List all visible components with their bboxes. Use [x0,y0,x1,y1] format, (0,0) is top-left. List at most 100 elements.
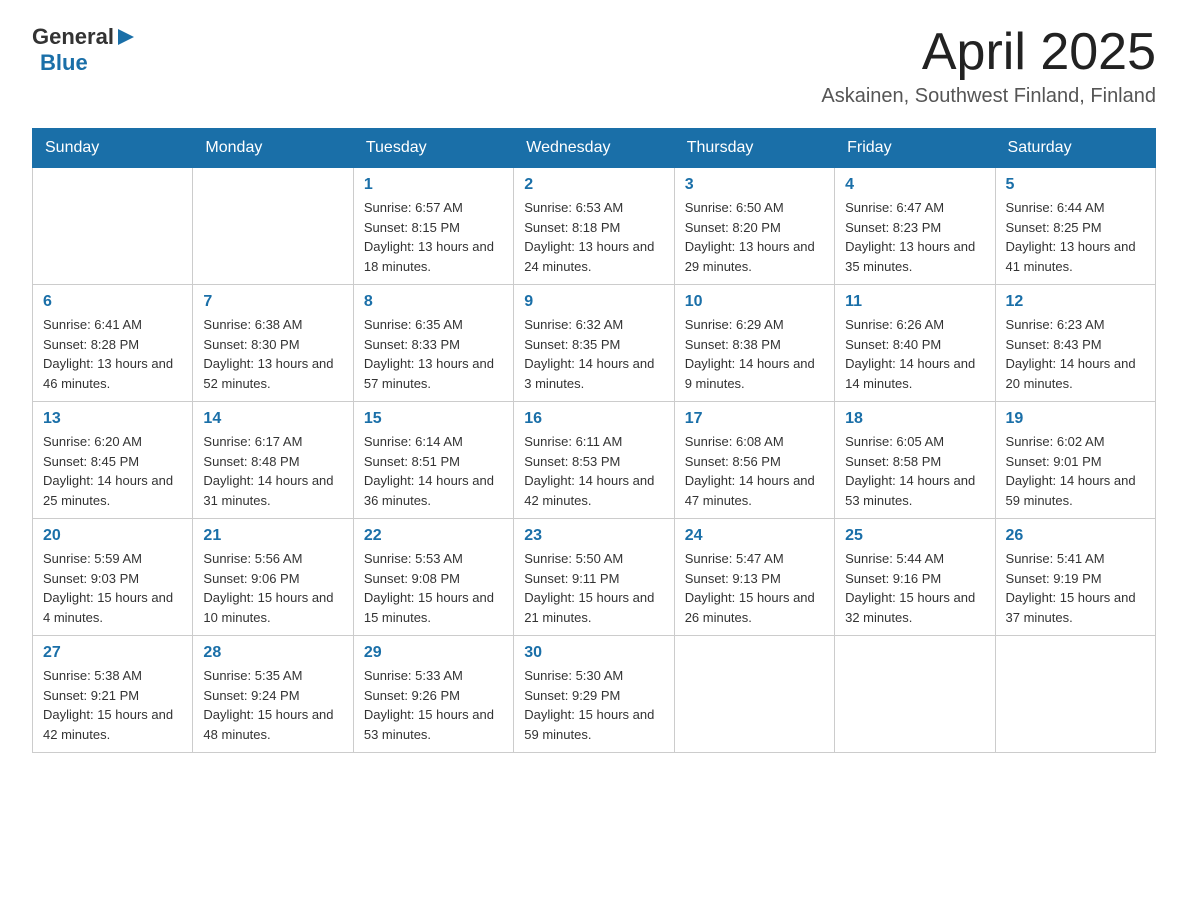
calendar-cell: 13 Sunrise: 6:20 AMSunset: 8:45 PMDayligh… [33,402,193,519]
calendar-week-2: 6 Sunrise: 6:41 AMSunset: 8:28 PMDaylight… [33,285,1156,402]
calendar-cell: 23 Sunrise: 5:50 AMSunset: 9:11 PMDayligh… [514,519,674,636]
calendar-week-5: 27 Sunrise: 5:38 AMSunset: 9:21 PMDayligh… [33,636,1156,753]
calendar-cell: 7 Sunrise: 6:38 AMSunset: 8:30 PMDaylight… [193,285,353,402]
calendar-cell: 5 Sunrise: 6:44 AMSunset: 8:25 PMDaylight… [995,168,1155,285]
day-info: Sunrise: 5:35 AMSunset: 9:24 PMDaylight:… [203,666,342,744]
day-number: 17 [685,410,824,428]
weekday-header-wednesday: Wednesday [514,129,674,168]
logo-general-text: General [32,24,114,50]
day-info: Sunrise: 5:30 AMSunset: 9:29 PMDaylight:… [524,666,663,744]
day-info: Sunrise: 5:47 AMSunset: 9:13 PMDaylight:… [685,549,824,627]
calendar-cell: 6 Sunrise: 6:41 AMSunset: 8:28 PMDaylight… [33,285,193,402]
calendar-cell: 3 Sunrise: 6:50 AMSunset: 8:20 PMDaylight… [674,168,834,285]
day-number: 13 [43,410,182,428]
calendar-title: April 2025 [821,24,1156,81]
day-number: 26 [1006,527,1145,545]
day-info: Sunrise: 6:11 AMSunset: 8:53 PMDaylight:… [524,432,663,510]
calendar-table: SundayMondayTuesdayWednesdayThursdayFrid… [32,128,1156,753]
calendar-week-4: 20 Sunrise: 5:59 AMSunset: 9:03 PMDayligh… [33,519,1156,636]
weekday-header-monday: Monday [193,129,353,168]
weekday-header-sunday: Sunday [33,129,193,168]
day-info: Sunrise: 6:26 AMSunset: 8:40 PMDaylight:… [845,315,984,393]
calendar-cell: 17 Sunrise: 6:08 AMSunset: 8:56 PMDayligh… [674,402,834,519]
calendar-cell: 1Sunrise: 6:57 AMSunset: 8:15 PMDaylight… [353,168,513,285]
calendar-cell: 12Sunrise: 6:23 AMSunset: 8:43 PMDayligh… [995,285,1155,402]
day-info: Sunrise: 5:41 AMSunset: 9:19 PMDaylight:… [1006,549,1145,627]
day-number: 5 [1006,176,1145,194]
day-info: Sunrise: 6:50 AMSunset: 8:20 PMDaylight:… [685,198,824,276]
calendar-cell [995,636,1155,753]
calendar-cell [674,636,834,753]
day-number: 16 [524,410,663,428]
day-number: 23 [524,527,663,545]
day-number: 25 [845,527,984,545]
day-number: 30 [524,644,663,662]
calendar-cell: 2 Sunrise: 6:53 AMSunset: 8:18 PMDaylight… [514,168,674,285]
day-number: 1 [364,176,503,194]
weekday-header-tuesday: Tuesday [353,129,513,168]
calendar-cell: 20 Sunrise: 5:59 AMSunset: 9:03 PMDayligh… [33,519,193,636]
day-number: 7 [203,293,342,311]
day-number: 2 [524,176,663,194]
day-number: 6 [43,293,182,311]
calendar-cell: 11Sunrise: 6:26 AMSunset: 8:40 PMDayligh… [835,285,995,402]
day-info: Sunrise: 6:14 AMSunset: 8:51 PMDaylight:… [364,432,503,510]
calendar-cell: 28 Sunrise: 5:35 AMSunset: 9:24 PMDayligh… [193,636,353,753]
calendar-cell: 18Sunrise: 6:05 AMSunset: 8:58 PMDayligh… [835,402,995,519]
calendar-cell [193,168,353,285]
day-info: Sunrise: 6:32 AMSunset: 8:35 PMDaylight:… [524,315,663,393]
calendar-cell: 10 Sunrise: 6:29 AMSunset: 8:38 PMDayligh… [674,285,834,402]
day-info: Sunrise: 6:17 AMSunset: 8:48 PMDaylight:… [203,432,342,510]
day-info: Sunrise: 5:38 AMSunset: 9:21 PMDaylight:… [43,666,182,744]
calendar-cell: 27 Sunrise: 5:38 AMSunset: 9:21 PMDayligh… [33,636,193,753]
day-number: 9 [524,293,663,311]
logo: General Blue [32,24,136,76]
day-info: Sunrise: 5:53 AMSunset: 9:08 PMDaylight:… [364,549,503,627]
day-info: Sunrise: 6:53 AMSunset: 8:18 PMDaylight:… [524,198,663,276]
calendar-cell: 30 Sunrise: 5:30 AMSunset: 9:29 PMDayligh… [514,636,674,753]
logo-flag-icon [116,27,136,47]
day-number: 21 [203,527,342,545]
calendar-subtitle: Askainen, Southwest Finland, Finland [821,85,1156,108]
calendar-cell: 8Sunrise: 6:35 AMSunset: 8:33 PMDaylight… [353,285,513,402]
calendar-cell: 16 Sunrise: 6:11 AMSunset: 8:53 PMDayligh… [514,402,674,519]
day-info: Sunrise: 6:38 AMSunset: 8:30 PMDaylight:… [203,315,342,393]
day-info: Sunrise: 6:08 AMSunset: 8:56 PMDaylight:… [685,432,824,510]
calendar-cell: 21 Sunrise: 5:56 AMSunset: 9:06 PMDayligh… [193,519,353,636]
calendar-cell [33,168,193,285]
calendar-cell: 26 Sunrise: 5:41 AMSunset: 9:19 PMDayligh… [995,519,1155,636]
day-info: Sunrise: 5:44 AMSunset: 9:16 PMDaylight:… [845,549,984,627]
calendar-cell: 19 Sunrise: 6:02 AMSunset: 9:01 PMDayligh… [995,402,1155,519]
day-number: 22 [364,527,503,545]
day-info: Sunrise: 6:35 AMSunset: 8:33 PMDaylight:… [364,315,503,393]
day-number: 19 [1006,410,1145,428]
day-info: Sunrise: 6:41 AMSunset: 8:28 PMDaylight:… [43,315,182,393]
weekday-header-saturday: Saturday [995,129,1155,168]
day-info: Sunrise: 6:20 AMSunset: 8:45 PMDaylight:… [43,432,182,510]
logo-blue-text: Blue [40,50,88,76]
day-number: 4 [845,176,984,194]
calendar-cell: 25 Sunrise: 5:44 AMSunset: 9:16 PMDayligh… [835,519,995,636]
title-section: April 2025 Askainen, Southwest Finland, … [821,24,1156,108]
calendar-week-1: 1Sunrise: 6:57 AMSunset: 8:15 PMDaylight… [33,168,1156,285]
day-number: 27 [43,644,182,662]
day-number: 14 [203,410,342,428]
day-number: 20 [43,527,182,545]
day-info: Sunrise: 6:29 AMSunset: 8:38 PMDaylight:… [685,315,824,393]
day-info: Sunrise: 6:02 AMSunset: 9:01 PMDaylight:… [1006,432,1145,510]
calendar-cell: 4Sunrise: 6:47 AMSunset: 8:23 PMDaylight… [835,168,995,285]
day-info: Sunrise: 6:44 AMSunset: 8:25 PMDaylight:… [1006,198,1145,276]
calendar-cell: 22 Sunrise: 5:53 AMSunset: 9:08 PMDayligh… [353,519,513,636]
calendar-cell: 15Sunrise: 6:14 AMSunset: 8:51 PMDayligh… [353,402,513,519]
day-number: 12 [1006,293,1145,311]
day-number: 3 [685,176,824,194]
day-number: 10 [685,293,824,311]
day-info: Sunrise: 5:59 AMSunset: 9:03 PMDaylight:… [43,549,182,627]
day-number: 28 [203,644,342,662]
day-info: Sunrise: 5:50 AMSunset: 9:11 PMDaylight:… [524,549,663,627]
day-number: 24 [685,527,824,545]
calendar-week-3: 13 Sunrise: 6:20 AMSunset: 8:45 PMDayligh… [33,402,1156,519]
day-info: Sunrise: 6:05 AMSunset: 8:58 PMDaylight:… [845,432,984,510]
page-header: General Blue April 2025 Askainen, Southw… [32,24,1156,108]
day-info: Sunrise: 5:56 AMSunset: 9:06 PMDaylight:… [203,549,342,627]
